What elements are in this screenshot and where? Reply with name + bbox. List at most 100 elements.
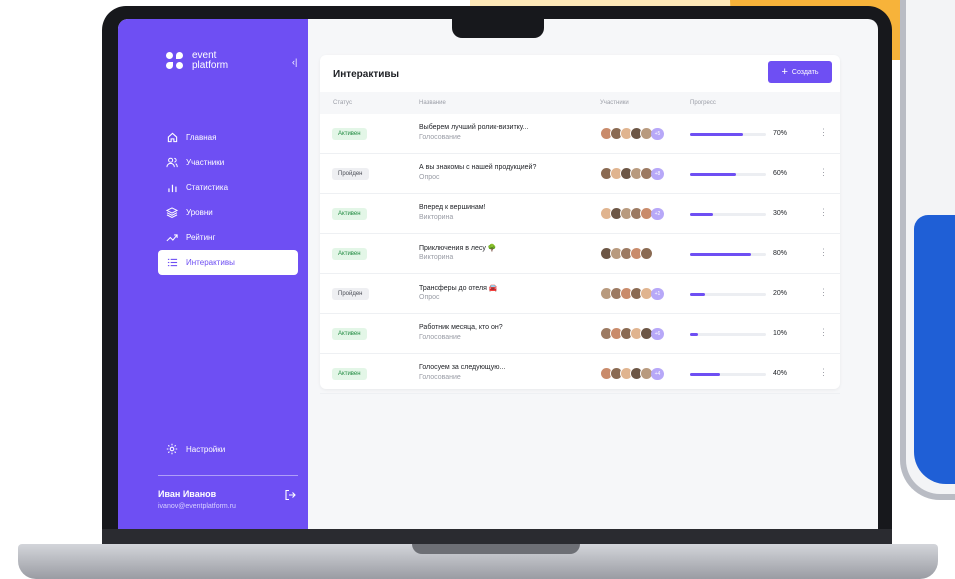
gear-icon (166, 443, 178, 455)
header-name: Название (419, 100, 446, 106)
user-email: ivanov@eventplatform.ru (158, 503, 236, 510)
stats-icon (166, 182, 178, 194)
status-badge: Пройден (332, 288, 369, 300)
sidebar-item-participants[interactable]: Участники (158, 150, 298, 175)
interactive-name[interactable]: Работник месяца, кто он? (419, 324, 503, 331)
logo[interactable]: event platform (166, 51, 228, 71)
progress-bar (690, 173, 766, 176)
collapse-sidebar-icon[interactable]: ‹| (292, 57, 297, 67)
sidebar-item-label: Участники (186, 158, 225, 167)
progress-percent: 70% (773, 130, 788, 137)
participant-avatars: +6 (600, 327, 690, 341)
status-badge: Пройден (332, 168, 369, 180)
plus-icon: + (781, 66, 788, 78)
sidebar-item-rating[interactable]: Рейтинг (158, 225, 298, 250)
extra-participants-count: +6 (651, 328, 664, 340)
status-badge: Активен (332, 128, 367, 140)
extra-participants-count: +8 (651, 168, 664, 180)
logo-icon (166, 52, 184, 70)
table-row[interactable]: Пройден Трансферы до отеля 🚘 Опрос +1 20% ⋮ (320, 274, 840, 314)
interactive-name[interactable]: А вы знакомы с нашей продукцией? (419, 164, 536, 171)
participant-avatars: +1 (600, 287, 690, 301)
create-button-label: Создать (791, 68, 819, 76)
settings-label: Настройки (186, 444, 226, 454)
table-header: Статус Название Участники Прогресс (320, 92, 840, 114)
camera-notch (452, 19, 544, 38)
progress-percent: 30% (773, 210, 788, 217)
interactive-name[interactable]: Вперед к вершинам! (419, 204, 486, 211)
users-icon (166, 157, 178, 169)
extra-participants-count: +5 (651, 128, 664, 140)
interactive-type: Викторина (419, 214, 454, 221)
participant-avatars: +4 (600, 367, 690, 381)
phone-blue-panel (914, 215, 955, 484)
progress-bar-fill (690, 173, 736, 176)
progress-bar (690, 133, 766, 136)
phone-frame (900, 0, 955, 500)
progress-bar (690, 333, 766, 336)
interactive-type: Голосование (419, 134, 461, 141)
sidebar-item-label: Интерактивы (186, 258, 235, 267)
phone-screen (914, 0, 955, 484)
interactive-name[interactable]: Выберем лучший ролик-визитку... (419, 124, 528, 131)
logo-line-2: platform (192, 60, 229, 71)
interactive-name[interactable]: Голосуем за следующую... (419, 364, 505, 371)
progress-percent: 40% (773, 370, 788, 377)
logo-text: event platform (192, 51, 228, 71)
progress-bar (690, 253, 766, 256)
more-options-icon[interactable]: ⋮ (819, 287, 828, 298)
status-badge: Активен (332, 328, 367, 340)
more-options-icon[interactable]: ⋮ (819, 207, 828, 218)
table-row[interactable]: Активен Выберем лучший ролик-визитку... Го… (320, 114, 840, 154)
more-options-icon[interactable]: ⋮ (819, 367, 828, 378)
logout-icon[interactable] (284, 489, 296, 504)
table-row[interactable]: Активен Вперед к вершинам! Викторина +2 30% ⋮ (320, 194, 840, 234)
header-progress: Прогресс (690, 100, 716, 106)
sidebar-item-levels[interactable]: Уровни (158, 200, 298, 225)
layers-icon (166, 207, 178, 219)
more-options-icon[interactable]: ⋮ (819, 327, 828, 338)
sidebar-item-label: Главная (186, 133, 217, 142)
interactive-type: Опрос (419, 174, 440, 181)
sidebar-nav: Главная Участники Статистика Уровни Рейт… (158, 125, 298, 275)
laptop-screen: event platform ‹| Главная Участники Стат… (118, 19, 878, 529)
interactive-type: Викторина (419, 254, 454, 261)
status-badge: Активен (332, 248, 367, 260)
table-row[interactable]: Активен Приключения в лесу 🌳 Викторина 80% ⋮ (320, 234, 840, 274)
more-options-icon[interactable]: ⋮ (819, 127, 828, 138)
more-options-icon[interactable]: ⋮ (819, 167, 828, 178)
sidebar: event platform ‹| Главная Участники Стат… (118, 19, 308, 529)
create-button[interactable]: + Создать (768, 61, 832, 83)
progress-percent: 80% (773, 250, 788, 257)
more-options-icon[interactable]: ⋮ (819, 247, 828, 258)
sidebar-item-home[interactable]: Главная (158, 125, 298, 150)
sidebar-item-statistics[interactable]: Статистика (158, 175, 298, 200)
progress-percent: 10% (773, 330, 788, 337)
settings-link[interactable]: Настройки (166, 443, 225, 455)
sidebar-item-interactives[interactable]: Интерактивы (158, 250, 298, 275)
laptop-groove (412, 544, 580, 554)
extra-participants-count: +2 (651, 208, 664, 220)
sidebar-item-label: Статистика (186, 183, 229, 192)
progress-percent: 60% (773, 170, 788, 177)
status-badge: Активен (332, 368, 367, 380)
interactive-type: Голосование (419, 374, 461, 381)
table-row[interactable]: Пройден А вы знакомы с нашей продукцией? О… (320, 154, 840, 194)
table-row[interactable]: Активен Голосуем за следующую... Голосован… (320, 354, 840, 394)
participant-avatars (600, 247, 690, 261)
sidebar-item-label: Рейтинг (186, 233, 216, 242)
interactive-type: Опрос (419, 294, 440, 301)
progress-bar-fill (690, 213, 713, 216)
interactive-name[interactable]: Приключения в лесу 🌳 (419, 244, 497, 252)
header-status: Статус (333, 100, 352, 106)
progress-bar (690, 373, 766, 376)
progress-bar-fill (690, 373, 721, 376)
interactives-card: Интерактивы + Создать Статус Название Уч… (320, 55, 840, 394)
progress-bar-fill (690, 333, 698, 336)
interactive-name[interactable]: Трансферы до отеля 🚘 (419, 284, 498, 292)
extra-participants-count: +4 (651, 368, 664, 380)
progress-bar (690, 293, 766, 296)
user-name: Иван Иванов (158, 489, 217, 499)
table-row[interactable]: Активен Работник месяца, кто он? Голосован… (320, 314, 840, 354)
progress-bar-fill (690, 293, 706, 296)
